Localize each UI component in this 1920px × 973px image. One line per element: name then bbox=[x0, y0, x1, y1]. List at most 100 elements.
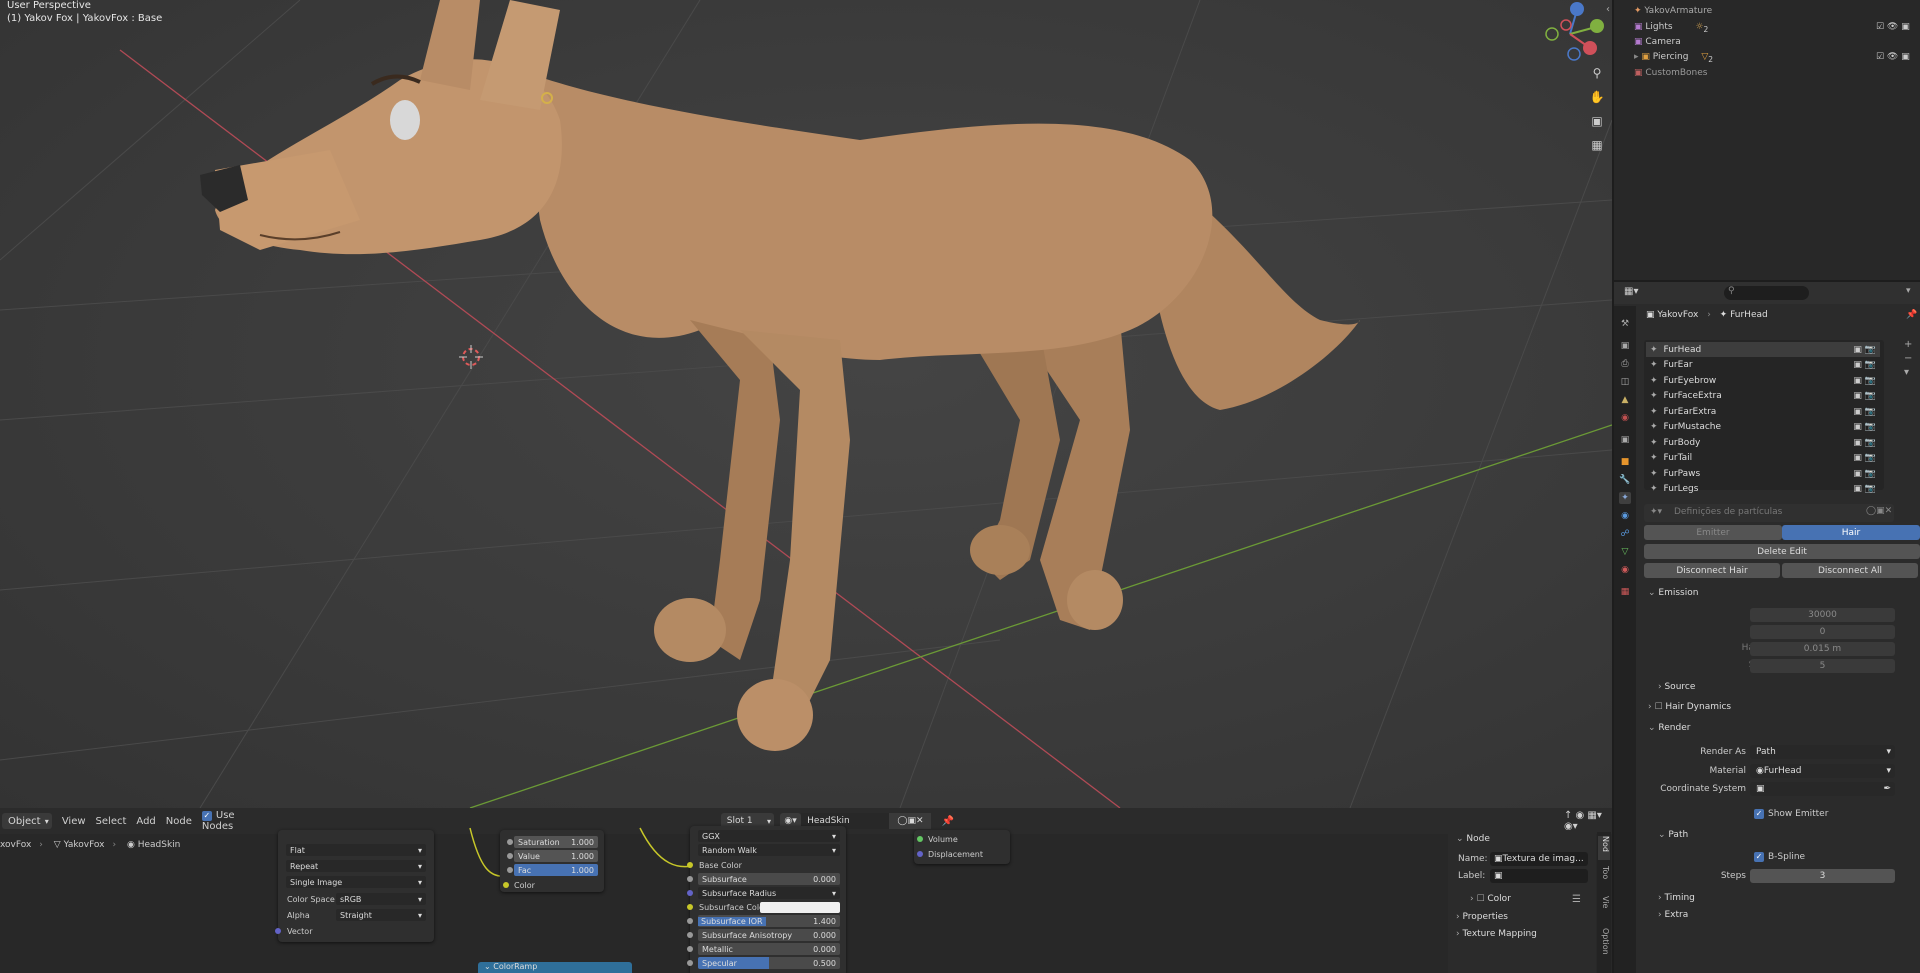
editor-type-icon[interactable]: ▦▾ bbox=[1624, 286, 1638, 297]
source-subpanel[interactable]: › Source bbox=[1658, 682, 1695, 692]
visibility-toggle-icon[interactable]: ▣ 📷 bbox=[1853, 484, 1876, 494]
node-label-field[interactable]: ▣ bbox=[1490, 869, 1588, 883]
particle-system-item[interactable]: ✦ FurBody ▣ 📷 bbox=[1646, 435, 1880, 450]
seed-field[interactable]: 0 bbox=[1750, 625, 1895, 639]
outliner-item-piercing[interactable]: ▸ ▣ Piercing ▽2 bbox=[1634, 52, 1713, 64]
node-panel-header[interactable]: ⌄ Node bbox=[1456, 834, 1490, 844]
timing-subpanel[interactable]: › Timing bbox=[1658, 893, 1695, 903]
disconnect-hair-button[interactable]: Disconnect Hair bbox=[1644, 563, 1780, 578]
distribution-dropdown[interactable]: GGX ▾ bbox=[698, 830, 840, 842]
tab-view[interactable]: Vie bbox=[1598, 896, 1610, 920]
show-emitter-checkbox[interactable]: ✓ Show Emitter bbox=[1754, 809, 1828, 819]
texture-tab-icon[interactable]: ▦ bbox=[1619, 586, 1631, 598]
properties-subpanel[interactable]: › Properties bbox=[1456, 912, 1508, 922]
view-layer-tab-icon[interactable]: ◫ bbox=[1619, 376, 1631, 388]
texture-mapping-subpanel[interactable]: › Texture Mapping bbox=[1456, 929, 1537, 939]
tab-node[interactable]: Nod bbox=[1598, 836, 1610, 860]
number-field[interactable]: 30000 bbox=[1750, 608, 1895, 622]
node-color-subpanel[interactable]: › ☐ Color bbox=[1470, 894, 1511, 904]
visibility-toggle-icon[interactable]: ▣ 📷 bbox=[1853, 360, 1876, 370]
material-tab-icon[interactable]: ◉ bbox=[1619, 564, 1631, 576]
visibility-toggle-icon[interactable]: ▣ 📷 bbox=[1853, 407, 1876, 417]
chevron-down-icon[interactable]: ▾ bbox=[1906, 286, 1911, 296]
pan-hand-icon[interactable]: ✋ bbox=[1587, 87, 1607, 107]
type-emitter-button[interactable]: Emitter bbox=[1644, 525, 1782, 540]
particle-system-item[interactable]: ✦ FurHead ▣ 📷 bbox=[1646, 342, 1880, 357]
type-hair-button[interactable]: Hair bbox=[1782, 525, 1920, 540]
3d-viewport[interactable]: User Perspective (1) Yakov Fox | YakovFo… bbox=[0, 0, 1612, 808]
visibility-toggles[interactable]: ☑ 👁 ▣ bbox=[1876, 52, 1910, 62]
delete-edit-button[interactable]: Delete Edit bbox=[1644, 544, 1920, 559]
particle-system-item[interactable]: ✦ FurMustache ▣ 📷 bbox=[1646, 420, 1880, 435]
bspline-checkbox[interactable]: ✓ B-Spline bbox=[1754, 852, 1805, 862]
particle-system-item[interactable]: ✦ FurEarExtra ▣ 📷 bbox=[1646, 404, 1880, 419]
hair-length-field[interactable]: 0.015 m bbox=[1750, 642, 1895, 656]
particle-system-item[interactable]: ✦ FurEar ▣ 📷 bbox=[1646, 358, 1880, 373]
expand-arrow-icon[interactable]: ▸ bbox=[1634, 52, 1639, 62]
object-tab-icon[interactable]: ■ bbox=[1619, 456, 1631, 468]
sss-method-dropdown[interactable]: Random Walk ▾ bbox=[698, 844, 840, 856]
outliner-item-armature[interactable]: ✦ YakovArmature bbox=[1634, 6, 1712, 16]
particles-tab-icon[interactable]: ✦ bbox=[1619, 492, 1631, 504]
visibility-toggle-icon[interactable]: ▣ 📷 bbox=[1853, 345, 1876, 355]
render-header[interactable]: ⌄ Render bbox=[1648, 723, 1690, 733]
list-controls[interactable]: + − ▾ bbox=[1904, 338, 1912, 380]
hair-dynamics-panel[interactable]: › ☐ Hair Dynamics bbox=[1648, 702, 1731, 712]
disconnect-all-button[interactable]: Disconnect All bbox=[1782, 563, 1918, 578]
visibility-toggle-icon[interactable]: ▣ 📷 bbox=[1853, 391, 1876, 401]
shader-node-editor[interactable]: Object ▾ View Select Add Node ✓ Use Nodes … bbox=[0, 808, 1612, 973]
visibility-toggles[interactable]: ☑ 👁 ▣ bbox=[1876, 22, 1910, 32]
zoom-icon[interactable]: ⚲ bbox=[1587, 63, 1607, 83]
hue-saturation-node[interactable]: Saturation 1.000 Value 1.000 Fac 1.000 Colo… bbox=[500, 830, 604, 892]
path-subpanel[interactable]: ⌄ Path bbox=[1658, 830, 1688, 840]
emission-header[interactable]: ⌄ Emission bbox=[1648, 588, 1698, 598]
subsurface-field[interactable]: Subsurface 0.000 bbox=[698, 873, 840, 885]
data-tab-icon[interactable]: ▽ bbox=[1619, 546, 1631, 558]
particle-system-item[interactable]: ✦ FurFaceExtra ▣ 📷 bbox=[1646, 389, 1880, 404]
node-name-field[interactable]: ▣ Textura de imag... bbox=[1490, 852, 1588, 866]
particle-settings-selector[interactable]: ✦▾ Definições de partículas ◯▣✕ bbox=[1644, 504, 1894, 522]
fake-user-icon[interactable]: ◯▣✕ bbox=[1866, 506, 1892, 516]
outliner-item-lights[interactable]: ▣ Lights ☼2 bbox=[1634, 22, 1708, 34]
color-space-dropdown[interactable]: sRGB ▾ bbox=[336, 893, 426, 905]
value-field[interactable]: Value 1.000 bbox=[514, 850, 598, 862]
colorramp-node[interactable]: ⌄ ColorRamp bbox=[478, 962, 632, 973]
tab-options[interactable]: Option bbox=[1598, 928, 1610, 964]
specular-field[interactable]: Specular 0.500 bbox=[698, 957, 840, 969]
collection-tab-icon[interactable]: ▣ bbox=[1619, 434, 1631, 446]
sss-anisotropy-field[interactable]: Subsurface Anisotropy 0.000 bbox=[698, 929, 840, 941]
output-tab-icon[interactable]: ⎙ bbox=[1619, 358, 1631, 370]
fac-field[interactable]: Fac 1.000 bbox=[514, 864, 598, 876]
particle-system-item[interactable]: ✦ FurTail ▣ 📷 bbox=[1646, 451, 1880, 466]
world-tab-icon[interactable]: ◉ bbox=[1619, 412, 1631, 424]
visibility-toggle-icon[interactable]: ▣ 📷 bbox=[1853, 422, 1876, 432]
material-output-node[interactable]: Volume Displacement bbox=[914, 830, 1010, 864]
principled-bsdf-node[interactable]: GGX ▾ Random Walk ▾ Base Color Subsurface 0… bbox=[687, 826, 846, 973]
outliner-item-custombones[interactable]: ▣ CustomBones bbox=[1634, 68, 1707, 78]
visibility-toggle-icon[interactable]: ▣ 📷 bbox=[1853, 376, 1876, 386]
steps-field[interactable]: 3 bbox=[1750, 869, 1895, 883]
collapse-arrow-icon[interactable]: ‹ bbox=[1606, 4, 1610, 15]
pin-icon[interactable]: 📌 bbox=[1906, 310, 1917, 320]
physics-tab-icon[interactable]: ◉ bbox=[1619, 510, 1631, 522]
particle-system-item[interactable]: ✦ FurLegs ▣ 📷 bbox=[1646, 482, 1880, 497]
tool-tab-icon[interactable]: ⚒ bbox=[1619, 318, 1631, 330]
sss-radius-dropdown[interactable]: Subsurface Radius ▾ bbox=[698, 887, 840, 899]
sss-color-swatch[interactable] bbox=[760, 902, 840, 913]
particle-system-item[interactable]: ✦ FurPaws ▣ 📷 bbox=[1646, 466, 1880, 481]
extra-subpanel[interactable]: › Extra bbox=[1658, 910, 1688, 920]
search-input[interactable]: ⚲ bbox=[1724, 286, 1809, 300]
sss-ior-field[interactable]: Subsurface IOR 1.400 bbox=[698, 915, 840, 927]
visibility-toggle-icon[interactable]: ▣ 📷 bbox=[1853, 453, 1876, 463]
material-dropdown[interactable]: ◉ FurHead ▾ bbox=[1750, 764, 1895, 778]
coordinate-system-field[interactable]: ▣ ✒ bbox=[1750, 782, 1895, 796]
tab-tool[interactable]: Too bbox=[1598, 866, 1610, 890]
list-icon[interactable]: ☰ bbox=[1572, 894, 1581, 905]
outliner-item-camera[interactable]: ▣ Camera bbox=[1634, 37, 1681, 47]
alpha-dropdown[interactable]: Straight ▾ bbox=[336, 909, 426, 921]
source-dropdown[interactable]: Single Image ▾ bbox=[286, 876, 426, 888]
constraints-tab-icon[interactable]: ☍ bbox=[1619, 528, 1631, 540]
render-tab-icon[interactable]: ▣ bbox=[1619, 340, 1631, 352]
scene-tab-icon[interactable]: ▲ bbox=[1619, 394, 1631, 406]
segments-field[interactable]: 5 bbox=[1750, 659, 1895, 673]
